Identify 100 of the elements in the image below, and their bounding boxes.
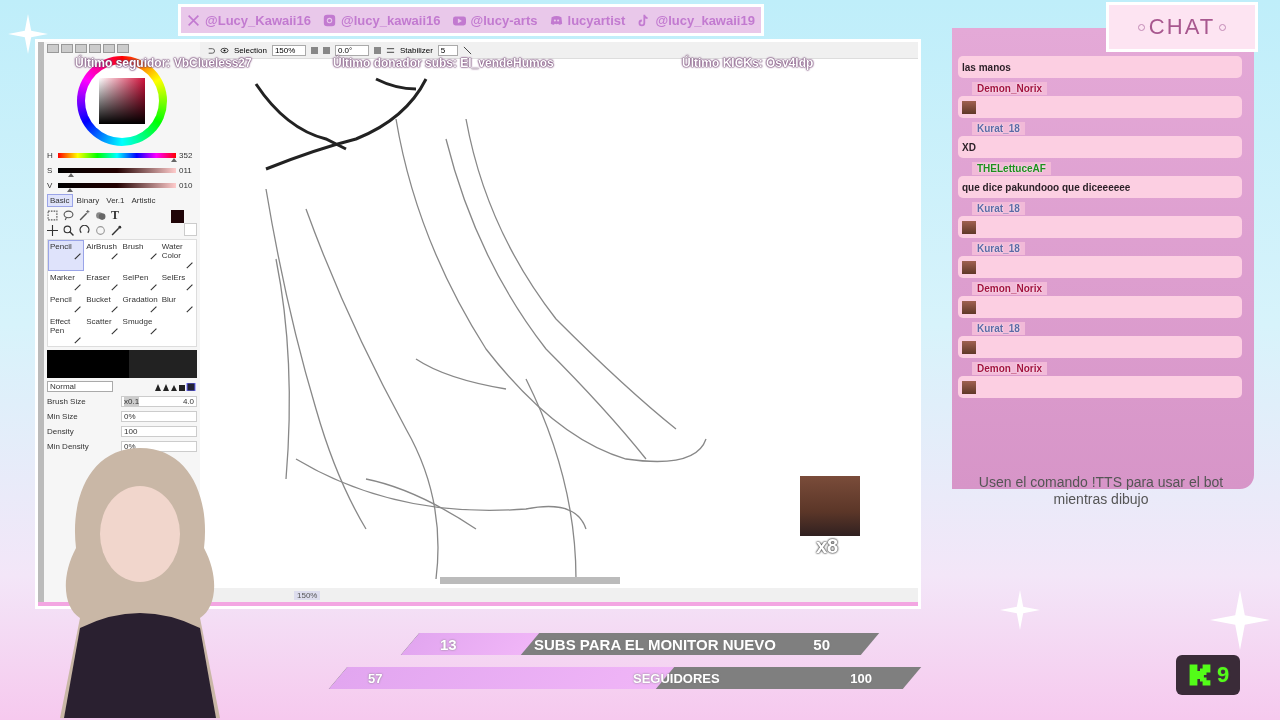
slider-value: 010	[179, 180, 194, 190]
slider-thumb[interactable]	[170, 157, 177, 162]
brush-slot[interactable]: Water Color	[159, 240, 196, 271]
eye-icon[interactable]	[220, 45, 229, 55]
pen-icon	[74, 252, 83, 260]
brush-slot[interactable]: Effect Pen	[48, 315, 85, 346]
chat-username: Demon_Norix	[972, 82, 1047, 95]
goal-target: 100	[850, 670, 872, 686]
zoom-status: 150%	[294, 590, 321, 600]
pen-icon	[74, 336, 83, 344]
rotate-icon[interactable]	[79, 224, 90, 236]
emote-image	[962, 340, 976, 354]
wand-icon[interactable]	[79, 210, 90, 221]
setting-label: Brush Size	[47, 396, 86, 406]
x-logo-icon[interactable]	[187, 13, 201, 27]
brush-slot[interactable]: Blur	[159, 293, 196, 315]
music-note-icon[interactable]	[637, 13, 651, 27]
chat-username: Kurat_18	[972, 122, 1025, 135]
lasso-icon[interactable]	[63, 210, 74, 221]
brush-slot[interactable]: Bucket	[84, 293, 121, 315]
setting-field[interactable]: 100	[121, 425, 197, 437]
stream-alert-text: Último KICKs: Osv4ldp	[682, 56, 814, 70]
chat-title: CHAT	[1148, 14, 1216, 40]
selection-icon[interactable]	[47, 210, 58, 221]
brush-slot[interactable]: Smudge	[120, 315, 160, 346]
pen-icon	[110, 283, 119, 291]
brush-slot[interactable]: Brush	[120, 240, 160, 271]
emote-image	[962, 380, 976, 394]
slider-thumb[interactable]	[67, 172, 74, 177]
viewer-count: 9	[1216, 662, 1230, 688]
brush-slot[interactable]: Marker	[48, 271, 85, 293]
pen-icon	[110, 305, 119, 313]
brush-slot[interactable]: Pencil	[48, 240, 85, 271]
setting-label: Density	[47, 426, 74, 436]
brush-slot[interactable]: SelPen	[120, 271, 160, 293]
setting-label: Min Density	[47, 441, 89, 451]
brush-slot[interactable]: Eraser	[84, 271, 121, 293]
bucket-icon[interactable]	[95, 210, 106, 221]
brush-slot[interactable]: Scatter	[84, 315, 121, 346]
zoom-field[interactable]: 150%	[271, 44, 306, 56]
pen-icon	[186, 305, 194, 313]
play-icon[interactable]	[452, 13, 466, 27]
brush-slot[interactable]: AirBrush	[84, 240, 121, 271]
brush-shape-icons[interactable]	[153, 382, 197, 391]
background-swatch[interactable]	[184, 223, 197, 236]
tool-tab[interactable]: Binary	[73, 194, 103, 207]
tool-tab[interactable]: Artistic	[128, 194, 159, 207]
setting-label: Min Size	[47, 411, 78, 421]
selection-label: Selection	[234, 45, 267, 55]
chat-username: Demon_Norix	[972, 362, 1047, 375]
slider-label: V	[47, 180, 54, 190]
photo-placeholder	[800, 476, 860, 536]
pen-icon	[110, 252, 119, 260]
pen-icon	[186, 283, 194, 291]
eyedropper-icon[interactable]	[111, 224, 122, 236]
pen-icon	[74, 283, 83, 291]
chat-username: Kurat_18	[972, 242, 1025, 255]
setting-field[interactable]: 0%	[121, 410, 197, 422]
brush-slot[interactable]: Pencil	[48, 293, 85, 315]
goal-current: 13	[440, 635, 457, 653]
chat-username: Kurat_18	[972, 202, 1025, 215]
goal-target: 50	[813, 635, 830, 653]
tts-notice: Usen el comando !TTS para usar el bot mientras dibujo	[977, 474, 1225, 508]
tool-tab[interactable]: Ver.1	[103, 194, 128, 207]
chat-username: THELettuceAF	[972, 162, 1051, 175]
goal-label: SUBS PARA EL MONITOR NUEVO	[534, 635, 776, 653]
camera-icon[interactable]	[323, 13, 337, 27]
stabilizer-field[interactable]: 5	[437, 44, 458, 56]
emote-image	[962, 100, 976, 114]
pen-icon	[149, 327, 158, 335]
emote-image	[962, 220, 976, 234]
stabilizer-label: Stabilizer	[399, 45, 433, 55]
goal-current: 57	[368, 670, 383, 686]
rotation-field[interactable]: 0.0°	[334, 44, 369, 56]
chat-username: Kurat_18	[972, 322, 1025, 335]
brush-slot[interactable]: Gradation	[120, 293, 160, 315]
tool-tab[interactable]: Basic	[47, 194, 73, 207]
pen-icon	[149, 283, 158, 291]
emote-count: x8	[816, 536, 839, 556]
pen-icon	[110, 327, 119, 335]
line-icon[interactable]	[462, 45, 472, 55]
slider-value: 011	[179, 165, 193, 175]
zoom-icon[interactable]	[63, 224, 74, 236]
move-icon[interactable]	[47, 224, 58, 236]
message-text: que dice pakundooo que diceeeeee	[962, 181, 1131, 193]
pen-icon	[186, 261, 194, 269]
controller-icon[interactable]	[549, 13, 563, 27]
text-tool[interactable]: T	[111, 210, 124, 222]
flip-icon[interactable]	[385, 45, 395, 55]
scrollbar-thumb[interactable]	[440, 577, 620, 584]
chat-username: Demon_Norix	[972, 282, 1047, 295]
foreground-swatch[interactable]	[171, 210, 184, 223]
emote-image	[962, 300, 976, 314]
blend-mode-dropdown[interactable]: Normal	[47, 381, 113, 392]
brush-slot[interactable]: SelErs	[159, 271, 196, 293]
setting-field[interactable]: x0.1 4.0	[121, 395, 197, 407]
undo-icon[interactable]	[206, 45, 215, 55]
message-text: las manos	[962, 61, 1011, 73]
pen-icon	[149, 252, 158, 260]
stream-alert-text: Último donador subs: El_vendeHumos	[333, 56, 554, 70]
